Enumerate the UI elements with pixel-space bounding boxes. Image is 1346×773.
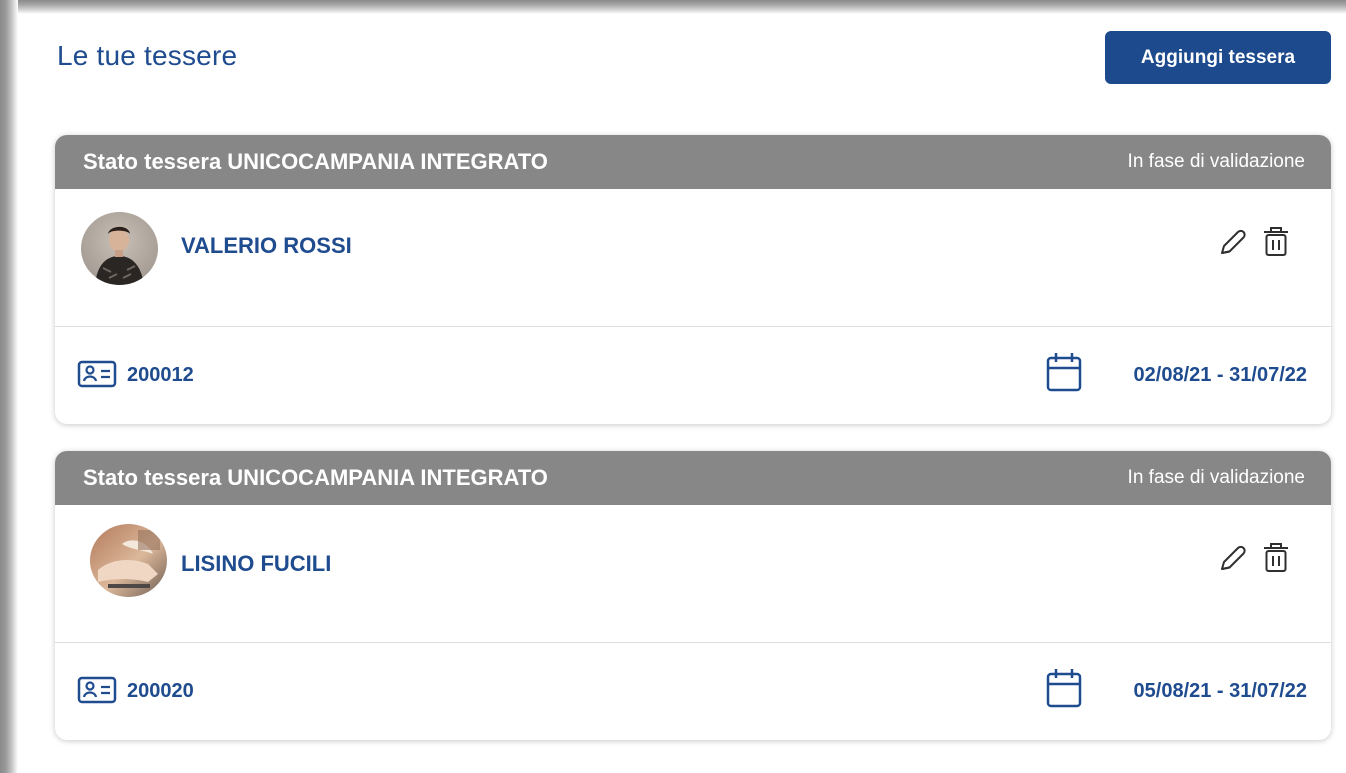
validity-period: 02/08/21 - 31/07/22 [1133,364,1307,386]
calendar-icon [1046,669,1082,708]
pencil-icon[interactable] [1216,226,1248,258]
card-divider [55,326,1331,327]
page: Le tue tessere Aggiungi tessera Stato te… [0,0,1346,773]
card-header: Stato tessera UNICOCAMPANIA INTEGRATO In… [55,451,1331,505]
card-item: Stato tessera UNICOCAMPANIA INTEGRATO In… [55,135,1331,424]
calendar-icon [1046,353,1082,392]
card-status: In fase di validazione [1127,151,1305,172]
card-item: Stato tessera UNICOCAMPANIA INTEGRATO In… [55,451,1331,740]
pencil-icon[interactable] [1216,542,1248,574]
holder-name[interactable]: VALERIO ROSSI [181,233,352,259]
window-shadow-left [0,0,18,773]
page-title: Le tue tessere [57,40,238,71]
card-number: 200012 [127,364,194,386]
window-shadow-top [0,0,1346,14]
validity-period: 05/08/21 - 31/07/22 [1133,680,1307,702]
card-number: 200020 [127,680,194,702]
avatar [81,212,158,285]
card-divider [55,642,1331,643]
card-header: Stato tessera UNICOCAMPANIA INTEGRATO In… [55,135,1331,189]
avatar [90,524,167,597]
holder-name[interactable]: LISINO FUCILI [181,551,331,577]
id-card-icon [77,360,117,388]
id-card-icon [77,676,117,704]
trash-icon[interactable] [1261,224,1291,258]
card-status: In fase di validazione [1127,467,1305,488]
trash-icon[interactable] [1261,540,1291,574]
card-title: Stato tessera UNICOCAMPANIA INTEGRATO [83,465,548,490]
card-title: Stato tessera UNICOCAMPANIA INTEGRATO [83,149,548,174]
add-card-button[interactable]: Aggiungi tessera [1105,31,1331,84]
